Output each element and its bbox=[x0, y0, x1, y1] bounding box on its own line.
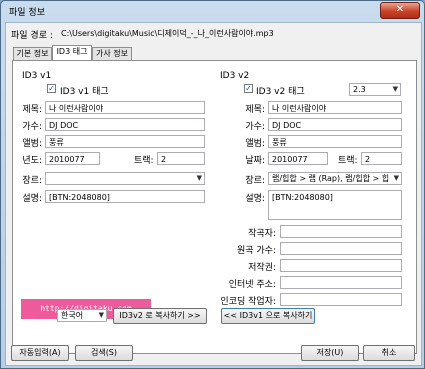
title-bar[interactable]: 파일 정보 ✕ bbox=[1, 1, 424, 21]
v1-title-field[interactable]: 나 이런사람이야 bbox=[45, 101, 205, 114]
search-button[interactable]: 검색(S) bbox=[75, 345, 133, 361]
v2-version-select[interactable]: 2.3 ▼ bbox=[349, 83, 401, 96]
v1-album-field[interactable]: 풍류 bbox=[45, 135, 205, 148]
v1-comment-field[interactable]: [BTN:2048080] bbox=[45, 190, 205, 203]
v2-comment-label: 설명: bbox=[245, 194, 265, 204]
chevron-down-icon: ▼ bbox=[392, 85, 398, 93]
v1-year-label: 년도: bbox=[22, 156, 42, 166]
v2-original-artist-label: 원곡 가수: bbox=[236, 246, 276, 256]
copy-to-v2-button[interactable]: ID3v2 로 복사하기 >> bbox=[113, 308, 207, 324]
v1-section-label: ID3 v1 bbox=[22, 71, 52, 81]
v1-tag-checkbox[interactable]: ✓ bbox=[47, 84, 56, 93]
v1-comment-label: 설명: bbox=[22, 194, 42, 204]
window-title: 파일 정보 bbox=[9, 8, 45, 18]
v2-comment-field[interactable]: [BTN:2048080] bbox=[268, 190, 402, 220]
cancel-button[interactable]: 취소 bbox=[363, 345, 415, 361]
v2-tag-checkbox[interactable]: ✓ bbox=[244, 84, 253, 93]
v1-tag-checkbox-label: ID3 v1 태그 bbox=[60, 87, 109, 97]
chevron-down-icon: ▼ bbox=[393, 174, 399, 182]
v2-composer-label: 작곡자: bbox=[248, 229, 276, 239]
file-path-label: 파일 경로 : bbox=[11, 31, 53, 41]
v2-track-field[interactable]: 2 bbox=[361, 152, 402, 165]
v2-track-label: 트랙: bbox=[338, 156, 358, 166]
v1-artist-field[interactable]: DJ DOC bbox=[45, 118, 205, 131]
dialog-client: 파일 경로 : C:\Users\digitaku\Music\디제이덕_-_나… bbox=[5, 22, 422, 366]
auto-input-button[interactable]: 자동입력(A) bbox=[11, 345, 69, 361]
v2-original-artist-field[interactable] bbox=[280, 242, 402, 255]
v2-copyright-field[interactable] bbox=[280, 259, 402, 272]
v2-date-label: 날짜: bbox=[245, 156, 265, 166]
v2-copyright-label: 저작권: bbox=[248, 263, 276, 273]
v1-genre-select[interactable]: ▼ bbox=[45, 172, 205, 185]
v2-date-field[interactable]: 2010077 bbox=[268, 152, 328, 165]
v2-title-field[interactable]: 나 이런사람이야 bbox=[268, 101, 402, 114]
tab-basic-info[interactable]: 기본 정보 bbox=[13, 47, 52, 60]
v2-artist-label: 가수: bbox=[245, 122, 265, 132]
v2-tag-checkbox-label: ID3 v2 태그 bbox=[256, 87, 305, 97]
v1-album-label: 앨범: bbox=[22, 139, 42, 149]
chevron-down-icon: ▼ bbox=[196, 174, 202, 182]
v2-encoded-by-field[interactable] bbox=[280, 293, 402, 306]
v1-genre-label: 장르: bbox=[22, 176, 42, 186]
v2-encoded-by-label: 인코딩 작업자: bbox=[220, 297, 276, 307]
v2-title-label: 제목: bbox=[245, 105, 265, 115]
v2-album-label: 앨범: bbox=[245, 139, 265, 149]
v1-title-label: 제목: bbox=[22, 105, 42, 115]
v1-artist-label: 가수: bbox=[22, 122, 42, 132]
v2-album-field[interactable]: 풍류 bbox=[268, 135, 402, 148]
tab-lyrics-info[interactable]: 가사 정보 bbox=[92, 47, 132, 60]
file-path-value: C:\Users\digitaku\Music\디제이덕_-_나_이런사람이야.… bbox=[61, 29, 274, 38]
close-button[interactable]: ✕ bbox=[380, 2, 420, 19]
v2-composer-field[interactable] bbox=[280, 225, 402, 238]
close-icon: ✕ bbox=[395, 4, 405, 15]
copy-to-v1-button[interactable]: << ID3v1 으로 복사하기 bbox=[221, 308, 315, 324]
v2-genre-label: 장르: bbox=[245, 176, 265, 186]
chevron-down-icon: ▼ bbox=[98, 311, 104, 319]
v1-track-label: 트랙: bbox=[134, 156, 154, 166]
v2-artist-field[interactable]: DJ DOC bbox=[268, 118, 402, 131]
v1-year-field[interactable]: 2010077 bbox=[45, 152, 100, 165]
v1-track-field[interactable]: 2 bbox=[157, 152, 205, 165]
save-button[interactable]: 저장(U) bbox=[301, 345, 359, 361]
v2-url-label: 인터넷 주소: bbox=[228, 280, 276, 290]
file-info-window: 파일 정보 ✕ 파일 경로 : C:\Users\digitaku\Music\… bbox=[0, 0, 425, 369]
v2-section-label: ID3 v2 bbox=[220, 71, 250, 81]
tab-id3-tag[interactable]: ID3 태그 bbox=[52, 45, 92, 60]
language-select[interactable]: 한국어 ▼ bbox=[57, 309, 107, 322]
v2-genre-select[interactable]: 랩/힙합 > 랩 (Rap), 랩/힙합 > 힙 ▼ bbox=[268, 172, 402, 185]
v2-url-field[interactable] bbox=[280, 276, 402, 289]
